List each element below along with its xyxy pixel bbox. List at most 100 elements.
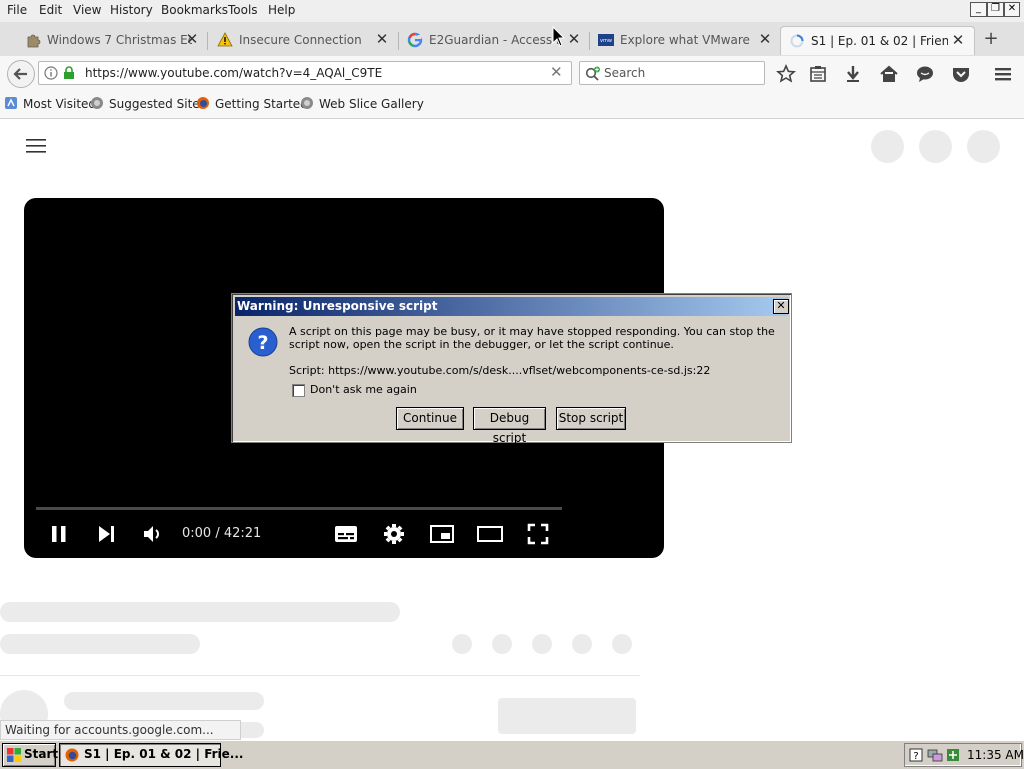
placeholder-channel-name (64, 692, 264, 710)
network-icon[interactable] (927, 747, 943, 763)
minimize-button[interactable]: _ (970, 2, 987, 17)
back-button[interactable] (7, 60, 35, 88)
home-icon[interactable] (879, 64, 899, 84)
restore-button[interactable]: ❐ (987, 2, 1004, 17)
taskbar-firefox-button[interactable]: S1 | Ep. 01 & 02 | Frie... (59, 743, 244, 767)
dont-ask-label: Don't ask me again (310, 383, 417, 396)
continue-button[interactable]: Continue (396, 407, 464, 430)
menu-history[interactable]: History (110, 3, 153, 17)
firefox-icon (65, 748, 79, 762)
close-icon[interactable]: ✕ (951, 32, 965, 48)
hamburger-menu-icon[interactable] (993, 64, 1013, 84)
chat-icon[interactable] (915, 64, 935, 84)
new-tab-button[interactable]: + (982, 30, 1000, 48)
reading-list-icon[interactable] (808, 64, 828, 84)
menu-help[interactable]: Help (268, 3, 295, 17)
bookmark-suggested-sites[interactable]: Suggested Sites (90, 96, 206, 114)
close-icon[interactable]: ✕ (567, 31, 581, 47)
tray-app-icon[interactable] (945, 747, 961, 763)
placeholder-action (572, 634, 592, 654)
puzzle-icon (27, 34, 41, 48)
menu-edit[interactable]: Edit (39, 3, 62, 17)
vmware-icon: vmw (598, 34, 614, 46)
placeholder-action (532, 634, 552, 654)
close-icon[interactable]: ✕ (758, 31, 772, 47)
placeholder-title (0, 602, 400, 622)
tab-vmware[interactable]: vmw Explore what VMware Ca... ✕ (590, 26, 778, 55)
menu-file[interactable]: File (7, 3, 27, 17)
svg-text:?: ? (913, 751, 918, 762)
debug-script-button[interactable]: Debug script (473, 407, 546, 445)
miniplayer-icon[interactable] (430, 525, 454, 543)
bookmark-star-icon[interactable] (776, 64, 796, 84)
bookmark-most-visited[interactable]: Most Visited (4, 96, 96, 114)
placeholder-action (452, 634, 472, 654)
bookmark-label: Suggested Sites (109, 97, 206, 111)
menu-tools[interactable]: Tools (228, 3, 258, 17)
theater-mode-icon[interactable] (477, 526, 503, 542)
most-visited-icon (5, 97, 17, 109)
loading-icon (790, 34, 804, 48)
subtitles-icon[interactable] (334, 524, 358, 544)
placeholder-avatar (871, 130, 904, 163)
time-display: 0:00 / 42:21 (182, 526, 262, 541)
download-icon[interactable] (843, 64, 863, 84)
suggested-sites-icon (91, 97, 103, 109)
web-slice-icon (301, 97, 313, 109)
next-icon[interactable] (96, 524, 116, 544)
tab-title: E2Guardian - Access Deni... (429, 33, 559, 47)
fullscreen-icon[interactable] (527, 523, 549, 545)
search-bar[interactable]: Search (579, 61, 765, 85)
dialog-script-path: Script: https://www.youtube.com/s/desk..… (289, 364, 711, 377)
menu-bar: File Edit View History Bookmarks Tools H… (0, 0, 1024, 22)
placeholder-subscribe (498, 698, 636, 734)
dont-ask-checkbox[interactable] (292, 384, 305, 397)
placeholder-avatar (967, 130, 1000, 163)
close-window-button[interactable]: ✕ (1004, 2, 1020, 17)
menu-bookmarks[interactable]: Bookmarks (161, 3, 228, 17)
tab-title: Explore what VMware Ca... (620, 33, 750, 47)
menu-view[interactable]: View (73, 3, 101, 17)
tab-title: Windows 7 Christmas Edit... (47, 33, 192, 47)
placeholder-subtitle (0, 634, 200, 654)
placeholder-action (492, 634, 512, 654)
placeholder-action (612, 634, 632, 654)
url-bar[interactable]: https://www.youtube.com/watch?v=4_AQAl_C… (38, 61, 572, 85)
lock-icon (64, 66, 74, 79)
dialog-message: A script on this page may be busy, or it… (289, 325, 775, 351)
svg-text:?: ? (257, 332, 268, 354)
windows-logo-icon (7, 748, 21, 762)
tab-windows7[interactable]: Windows 7 Christmas Edit... ✕ (17, 26, 207, 55)
question-icon: ? (248, 327, 278, 357)
clock: 11:35 AM (967, 748, 1024, 762)
bookmark-label: Web Slice Gallery (319, 97, 424, 111)
settings-gear-icon[interactable] (382, 522, 406, 546)
start-button[interactable]: Start (2, 743, 58, 767)
pocket-icon[interactable] (951, 64, 971, 84)
pause-icon[interactable] (50, 524, 68, 544)
url-text[interactable]: https://www.youtube.com/watch?v=4_AQAl_C… (85, 66, 382, 80)
tab-youtube-active[interactable]: S1 | Ep. 01 & 02 | Friends... ✕ (780, 26, 975, 55)
hamburger-icon[interactable] (26, 138, 46, 154)
system-tray: ? 11:35 AM (904, 743, 1024, 767)
warning-icon (217, 32, 233, 47)
stop-script-button[interactable]: Stop script (556, 407, 626, 430)
search-placeholder: Search (604, 66, 646, 80)
info-icon[interactable] (44, 66, 58, 80)
close-icon[interactable]: ✕ (185, 31, 199, 47)
taskbar: Start S1 | Ep. 01 & 02 | Frie... ? 11:35… (0, 740, 1024, 769)
tab-insecure-connection[interactable]: Insecure Connection ✕ (209, 26, 399, 55)
tab-strip: Windows 7 Christmas Edit... ✕ Insecure C… (0, 22, 1024, 57)
volume-icon[interactable] (142, 523, 164, 545)
status-panel: Waiting for accounts.google.com... (0, 720, 241, 740)
tab-title: Insecure Connection (239, 33, 362, 47)
close-icon[interactable]: ✕ (375, 31, 389, 47)
progress-bar[interactable] (36, 507, 562, 510)
dialog-title-bar: Warning: Unresponsive script ✕ (235, 297, 789, 316)
clear-url-icon[interactable]: ✕ (550, 63, 563, 81)
dialog-close-button[interactable]: ✕ (773, 299, 789, 314)
bookmark-web-slice-gallery[interactable]: Web Slice Gallery (300, 96, 424, 114)
help-icon[interactable]: ? (909, 748, 923, 762)
taskbar-task-label: S1 | Ep. 01 & 02 | Frie... (84, 747, 244, 761)
bookmark-getting-started[interactable]: Getting Started (196, 96, 308, 114)
